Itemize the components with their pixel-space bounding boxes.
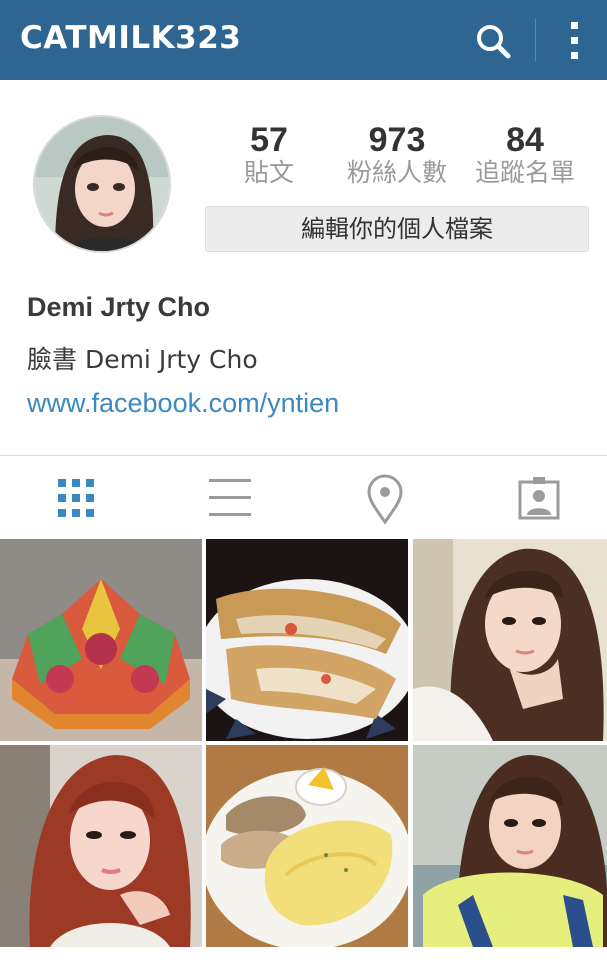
stat-posts[interactable]: 57 貼文: [236, 122, 302, 188]
avatar[interactable]: [33, 115, 171, 253]
stat-following-label: 追蹤名單: [474, 158, 575, 187]
profile-website-link[interactable]: www.facebook.com/yntien: [27, 388, 339, 419]
stat-following-value: 84: [506, 121, 544, 159]
location-pin-icon[interactable]: [355, 470, 415, 526]
edit-profile-button[interactable]: 編輯你的個人檔案: [205, 206, 589, 252]
profile-bio: 臉書 Demi Jrty Cho: [27, 345, 258, 374]
tagged-photos-icon[interactable]: [509, 470, 569, 526]
toolbar-divider: [535, 18, 536, 62]
stat-posts-value: 57: [250, 121, 288, 159]
stat-following[interactable]: 84 追蹤名單: [468, 122, 582, 188]
stat-followers[interactable]: 973 粉絲人數: [340, 122, 454, 188]
post-selfie-red-hair[interactable]: [0, 745, 202, 947]
post-origami-lotus[interactable]: [0, 539, 202, 741]
search-icon[interactable]: [474, 22, 514, 62]
post-selfie-backpack[interactable]: [413, 745, 607, 947]
list-view-icon[interactable]: [200, 470, 260, 526]
post-selfie-hand-chin[interactable]: [413, 539, 607, 741]
tabs-divider: [0, 455, 607, 456]
top-app-bar: CATMILK323: [0, 0, 607, 80]
stat-posts-label: 貼文: [243, 158, 294, 187]
username-title: CATMILK323: [20, 20, 242, 56]
post-omelette-breakfast[interactable]: [206, 745, 408, 947]
stat-followers-label: 粉絲人數: [346, 158, 447, 187]
stat-followers-value: 973: [368, 121, 426, 159]
post-fried-pastry[interactable]: [206, 539, 408, 741]
posts-grid: [0, 539, 607, 960]
profile-name: Demi Jrty Cho: [27, 292, 211, 322]
grid-view-icon[interactable]: [46, 470, 106, 526]
profile-header: 57 貼文 973 粉絲人數 84 追蹤名單 編輯你的個人檔案 Demi Jrt…: [0, 80, 607, 456]
more-vertical-icon[interactable]: [560, 20, 590, 62]
